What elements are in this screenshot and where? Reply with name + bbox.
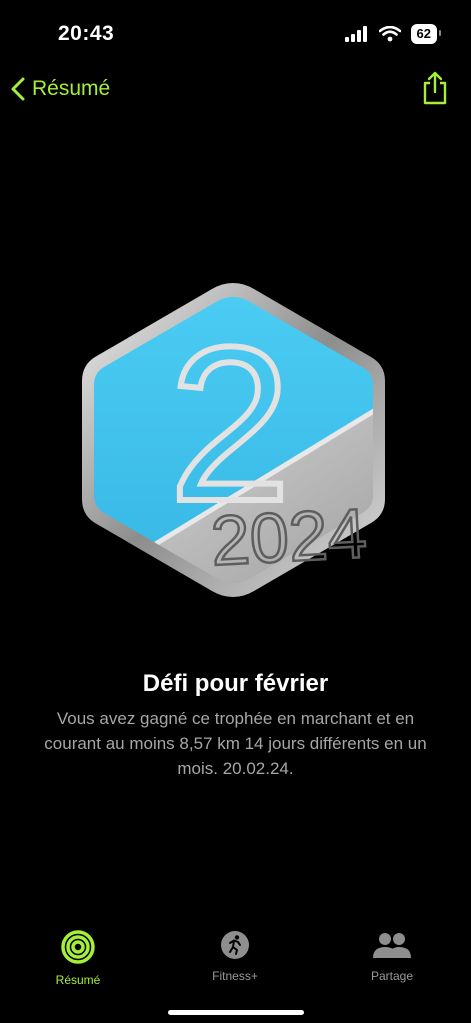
- battery-indicator: 62: [410, 24, 442, 44]
- chevron-left-icon: [11, 77, 25, 101]
- tab-partage-label: Partage: [370, 969, 414, 983]
- award-title: Défi pour février: [142, 670, 329, 697]
- back-button-label: Résumé: [32, 77, 111, 100]
- status-icons: 62: [344, 24, 442, 44]
- people-icon: [373, 933, 411, 958]
- share-icon: [423, 71, 447, 105]
- back-button[interactable]: Résumé: [10, 76, 110, 102]
- tab-resume[interactable]: Résumé: [18, 930, 138, 987]
- badge-year: 2024: [209, 494, 369, 580]
- home-indicator: [168, 1010, 304, 1015]
- activity-rings-icon: [61, 930, 95, 964]
- award-badge: 2 2024: [82, 283, 385, 597]
- nav-bar: Résumé: [0, 70, 471, 114]
- wifi-icon: [378, 26, 401, 42]
- status-time: 20:43: [58, 22, 115, 45]
- share-button[interactable]: [421, 70, 449, 111]
- cellular-signal-icon: [344, 26, 367, 42]
- tab-fitness-plus[interactable]: Fitness+: [175, 930, 295, 983]
- tab-resume-label: Résumé: [55, 973, 101, 987]
- status-bar: 20:43 62: [0, 0, 471, 70]
- tab-fitness-plus-label: Fitness+: [212, 969, 258, 983]
- tab-partage[interactable]: Partage: [332, 930, 452, 983]
- award-description: Vous avez gagné ce trophée en marchant e…: [44, 709, 427, 778]
- running-person-icon: [221, 931, 249, 959]
